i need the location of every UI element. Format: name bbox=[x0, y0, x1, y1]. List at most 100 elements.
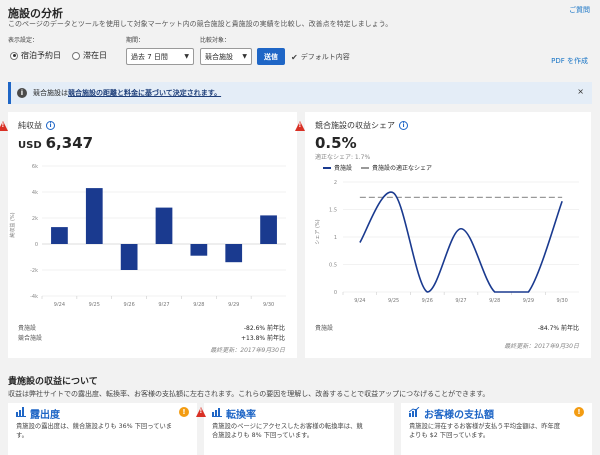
trend-up-icon bbox=[408, 406, 420, 420]
line-xticks: 9/24 9/25 9/26 9/27 9/28 9/29 9/30 bbox=[354, 298, 568, 304]
default-content-check[interactable]: ✔ デフォルト内容 bbox=[291, 52, 350, 62]
own-share-line bbox=[359, 191, 563, 293]
line-x-tick: 9/26 bbox=[422, 298, 433, 304]
legend-fair: 貴施設の適正なシェア bbox=[361, 163, 432, 172]
bar-x-tick: 9/26 bbox=[124, 302, 135, 306]
line-y-tick: 2 bbox=[334, 180, 337, 186]
bar-mark bbox=[260, 215, 277, 244]
bar-y-tick: 2k bbox=[32, 216, 38, 222]
bar-x-tick: 9/28 bbox=[193, 302, 204, 306]
help-link[interactable]: ご質問 bbox=[569, 5, 590, 15]
share-value: 0.5% bbox=[315, 134, 357, 152]
legend-solid-swatch bbox=[323, 166, 331, 169]
bar-y-tick: -4k bbox=[30, 294, 38, 300]
bar-marks bbox=[51, 188, 277, 270]
info-icon[interactable]: i bbox=[46, 121, 55, 130]
warning-icon bbox=[196, 407, 206, 417]
submit-button[interactable]: 送信 bbox=[257, 48, 285, 65]
period-label: 期間： bbox=[126, 37, 145, 44]
close-icon[interactable]: × bbox=[577, 87, 584, 96]
info-banner: i 競合施設は 競合施設の距離と料金に基づいて決定されます。 × bbox=[8, 82, 592, 104]
checkmark-icon: ✔ bbox=[291, 52, 298, 62]
exposure-title-row: 露出度 bbox=[16, 406, 60, 421]
net-revenue-card: 純収益 i USD 6,347 6k4k2k0-2k-4k 9/249/259/… bbox=[0, 112, 297, 358]
compare-value: 競合施設 bbox=[205, 52, 233, 61]
info-icon[interactable]: i bbox=[399, 121, 408, 130]
bar-y-tick: 4k bbox=[32, 190, 38, 196]
radio-booking-label: 宿泊予約日 bbox=[21, 51, 61, 60]
payment-title-row: お客様の支払額 bbox=[408, 406, 494, 421]
conversion-title-row: 転換率 bbox=[212, 406, 256, 421]
bar-mark bbox=[225, 244, 243, 263]
warning-icon[interactable] bbox=[295, 121, 305, 131]
bar-y-tick: -2k bbox=[30, 268, 38, 274]
exposure-desc-line1: 貴施設の露出度は、競合施設よりも 36% 下回っていま bbox=[16, 423, 173, 430]
share-chart: 2 1.5 1 0.5 0 9/24 9/25 9/26 9/27 9/28 9/29 9/30 シ… bbox=[315, 180, 579, 304]
bar-x-tick: 9/25 bbox=[89, 302, 100, 306]
conversion-icon bbox=[212, 407, 222, 420]
legend-comp-value: +13.8% 前年比 bbox=[241, 335, 285, 342]
line-x-tick: 9/24 bbox=[354, 298, 365, 304]
net-revenue-title-row: 純収益 i bbox=[18, 120, 55, 131]
alert-icon: ! bbox=[179, 407, 189, 417]
line-x-tick: 9/27 bbox=[455, 298, 466, 304]
pdf-create-link[interactable]: PDF を作成 bbox=[551, 56, 588, 66]
metric-card-conversion[interactable]: 転換率 貴施設のページにアクセスしたお客様の転換率は、競 合施設よりも 8% 下… bbox=[196, 403, 394, 455]
share-legend-own-label: 貴施設 bbox=[315, 325, 334, 332]
payment-title: お客様の支払額 bbox=[424, 410, 494, 421]
bar-x-tick: 9/29 bbox=[228, 302, 239, 306]
legend-dashed-swatch bbox=[361, 166, 369, 169]
line-y-tick: 0.5 bbox=[329, 263, 337, 269]
warning-icon[interactable] bbox=[0, 121, 8, 131]
line-y-tick: 1 bbox=[334, 235, 337, 241]
default-content-label: デフォルト内容 bbox=[300, 53, 350, 61]
share-legend-own-value: -84.7% 前年比 bbox=[537, 325, 579, 332]
line-marks bbox=[359, 191, 563, 293]
bar-mark bbox=[190, 244, 208, 256]
conversion-desc: 貴施設のページにアクセスしたお客様の転換率は、競 合施設よりも 8% 下回ってい… bbox=[212, 422, 388, 441]
exposure-icon bbox=[16, 407, 26, 420]
conversion-desc-line2: 合施設よりも 8% 下回っています。 bbox=[212, 432, 314, 440]
payment-desc-line2: よりも $2 下回っています。 bbox=[409, 432, 490, 440]
chevron-down-icon: ▼ bbox=[242, 53, 247, 60]
line-y-tick: 1.5 bbox=[329, 208, 337, 214]
net-revenue-chart: 6k4k2k0-2k-4k 9/24 9/25 9/26 9/27 9/28 9/29 9/… bbox=[9, 164, 286, 306]
bar-y-tick: 6k bbox=[32, 164, 38, 170]
exposure-desc-line2: す。 bbox=[16, 432, 28, 440]
net-revenue-value-row: USD 6,347 bbox=[18, 134, 93, 152]
line-grid bbox=[342, 181, 579, 295]
currency-label: USD bbox=[18, 140, 42, 151]
line-y-tick: 0 bbox=[334, 290, 337, 296]
radio-stay-date[interactable]: 滞在日 bbox=[72, 50, 107, 61]
banner-link[interactable]: 競合施設の距離と料金に基づいて決定されます。 bbox=[68, 88, 221, 98]
legend-own-label: 貴施設 bbox=[18, 325, 37, 332]
legend-own-value: -82.6% 前年比 bbox=[243, 325, 285, 332]
alert-icon: ! bbox=[574, 407, 584, 417]
radio-booking-date[interactable]: 宿泊予約日 bbox=[10, 50, 61, 61]
period-select[interactable]: 過去 7 日間 ▼ bbox=[126, 48, 194, 65]
display-setting-label: 表示設定： bbox=[8, 37, 39, 44]
share-title: 競合施設の収益シェア bbox=[315, 121, 395, 130]
net-revenue-title: 純収益 bbox=[18, 121, 42, 130]
bar-mark bbox=[85, 188, 103, 244]
compare-select[interactable]: 競合施設 ▼ bbox=[200, 48, 252, 65]
conversion-desc-line1: 貴施設のページにアクセスしたお客様の転換率は、競 bbox=[212, 423, 363, 430]
share-title-row: 競合施設の収益シェア i bbox=[315, 120, 408, 131]
bar-x-tick: 9/27 bbox=[158, 302, 169, 306]
legend-own-text: 貴施設 bbox=[334, 165, 353, 172]
share-updated-date: 最終更新：2017年9月30日 bbox=[504, 343, 579, 350]
line-x-tick: 9/25 bbox=[388, 298, 399, 304]
bar-y-label: 純収益 (%) bbox=[9, 212, 16, 237]
legend-fair-text: 貴施設の適正なシェア bbox=[372, 165, 433, 172]
metric-card-payment[interactable]: お客様の支払額 ! 貴施設に滞在するお客様が支払う平均金額は、昨年度 よりも $… bbox=[401, 403, 592, 455]
exposure-title: 露出度 bbox=[30, 410, 60, 421]
revenue-share-card: 競合施設の収益シェア i 0.5% 適正なシェア: 1.7% 貴施設 貴施設の適… bbox=[295, 112, 591, 358]
bar-x-tick: 9/30 bbox=[263, 302, 274, 306]
bar-mark bbox=[155, 207, 173, 244]
bar-xticks: 9/24 9/25 9/26 9/27 9/28 9/29 9/30 bbox=[54, 302, 274, 306]
fair-share-text: 適正なシェア: 1.7% bbox=[315, 154, 371, 161]
metric-card-exposure[interactable]: 露出度 ! 貴施設の露出度は、競合施設よりも 36% 下回っていま す。 bbox=[8, 403, 197, 455]
bar-ticks: 6k 4k 2k 0 -2k -4k bbox=[30, 164, 38, 300]
bar-mark bbox=[120, 244, 138, 270]
radio-unselected-icon bbox=[72, 51, 80, 60]
